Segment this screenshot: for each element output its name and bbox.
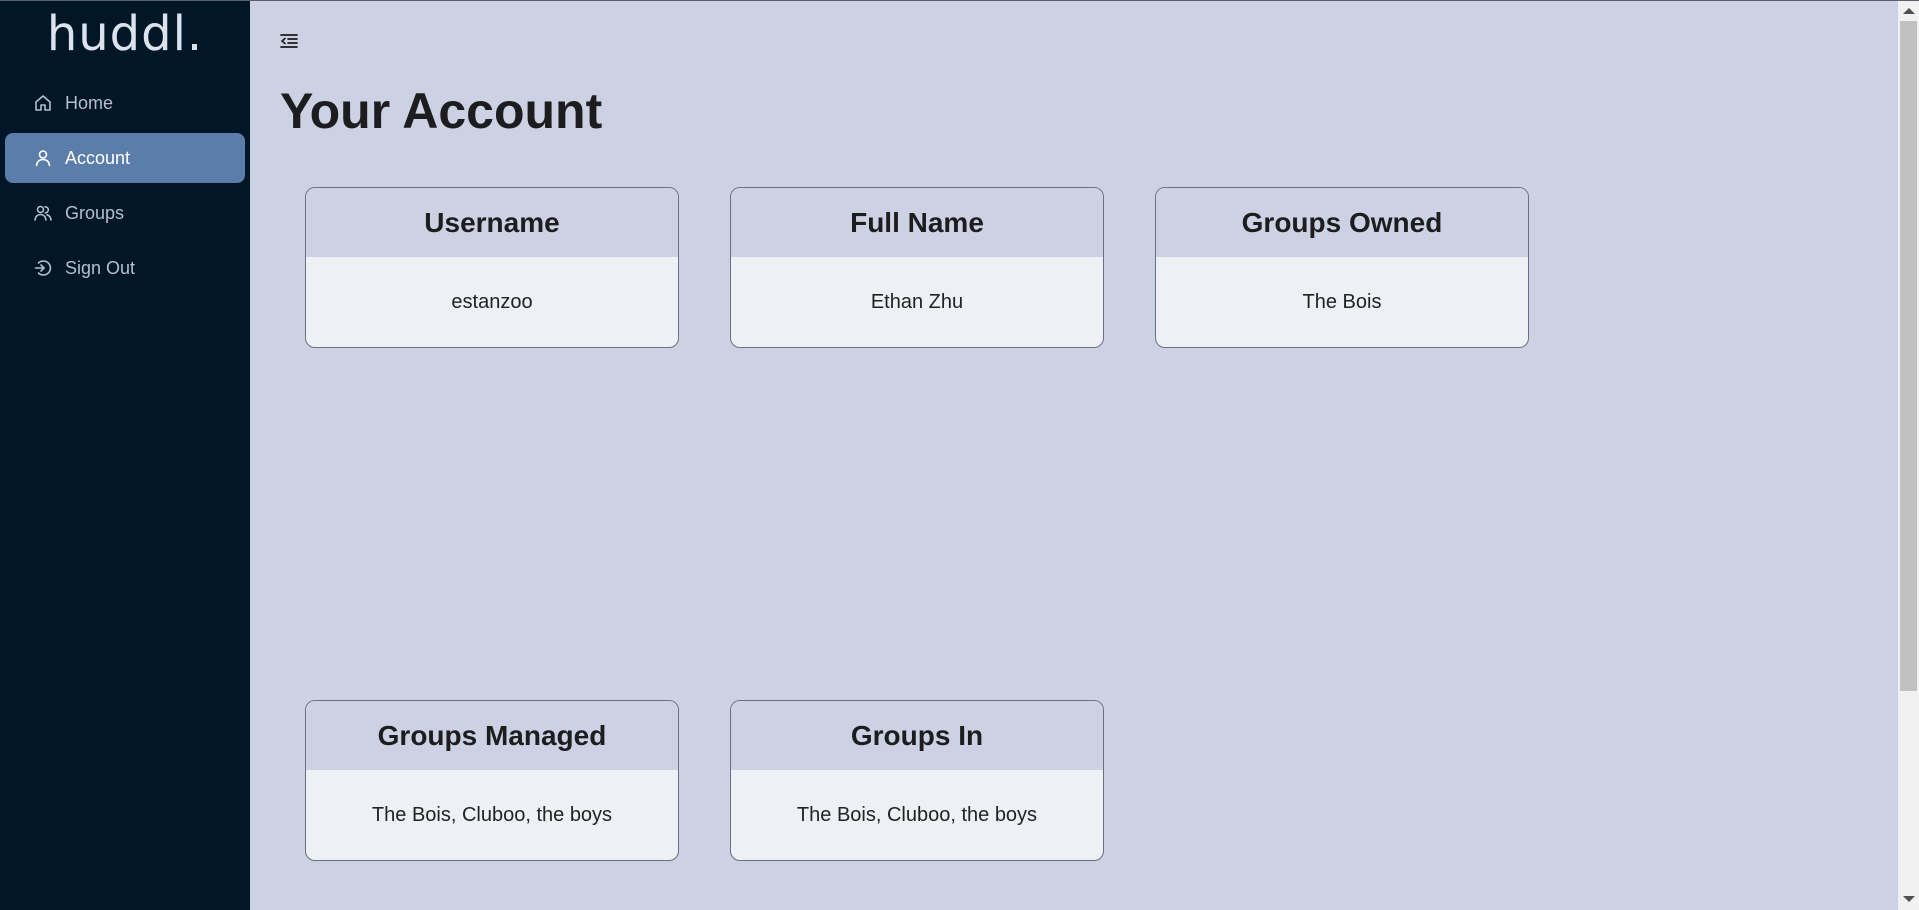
groups-owned-card: Groups Owned The Bois: [1155, 187, 1529, 348]
sidebar-toggle-button[interactable]: [278, 30, 300, 52]
home-icon: [33, 93, 53, 113]
sidebar-item-account[interactable]: Account: [5, 133, 245, 183]
users-icon: [33, 203, 53, 223]
window-top-border: [0, 0, 1919, 1]
page-title: Your Account: [280, 83, 603, 139]
card-value: The Bois, Cluboo, the boys: [796, 803, 1038, 826]
card-title: Groups Managed: [306, 701, 678, 770]
card-value: estanzoo: [451, 290, 533, 313]
card-title: Full Name: [731, 188, 1103, 257]
sidebar-item-label: Home: [65, 92, 114, 113]
vertical-scrollbar[interactable]: [1898, 0, 1919, 910]
app-logo: huddl.: [46, 6, 204, 62]
full-name-card: Full Name Ethan Zhu: [730, 187, 1104, 348]
card-value: The Bois, Cluboo, the boys: [371, 803, 613, 826]
username-card: Username estanzoo: [305, 187, 679, 348]
groups-in-card: Groups In The Bois, Cluboo, the boys: [730, 700, 1104, 861]
scroll-down-arrow-icon[interactable]: [1903, 896, 1915, 902]
card-value: Ethan Zhu: [870, 290, 964, 313]
user-icon: [33, 148, 53, 168]
card-value: The Bois: [1302, 290, 1382, 313]
scrollbar-thumb[interactable]: [1900, 21, 1917, 691]
groups-managed-card: Groups Managed The Bois, Cluboo, the boy…: [305, 700, 679, 861]
sidebar: huddl. Home Account Groups Sign Out: [0, 0, 250, 910]
sidebar-item-label: Sign Out: [65, 257, 136, 278]
sidebar-nav: Home Account Groups Sign Out: [5, 78, 245, 298]
scroll-up-arrow-icon[interactable]: [1903, 8, 1915, 14]
sidebar-item-label: Account: [65, 147, 131, 168]
sidebar-item-label: Groups: [65, 202, 125, 223]
card-title: Groups In: [731, 701, 1103, 770]
card-title: Groups Owned: [1156, 188, 1528, 257]
sidebar-collapse-icon: [278, 34, 300, 56]
sidebar-item-sign-out[interactable]: Sign Out: [5, 243, 245, 293]
card-title: Username: [306, 188, 678, 257]
sidebar-item-groups[interactable]: Groups: [5, 188, 245, 238]
sidebar-item-home[interactable]: Home: [5, 78, 245, 128]
sign-out-icon: [33, 258, 53, 278]
